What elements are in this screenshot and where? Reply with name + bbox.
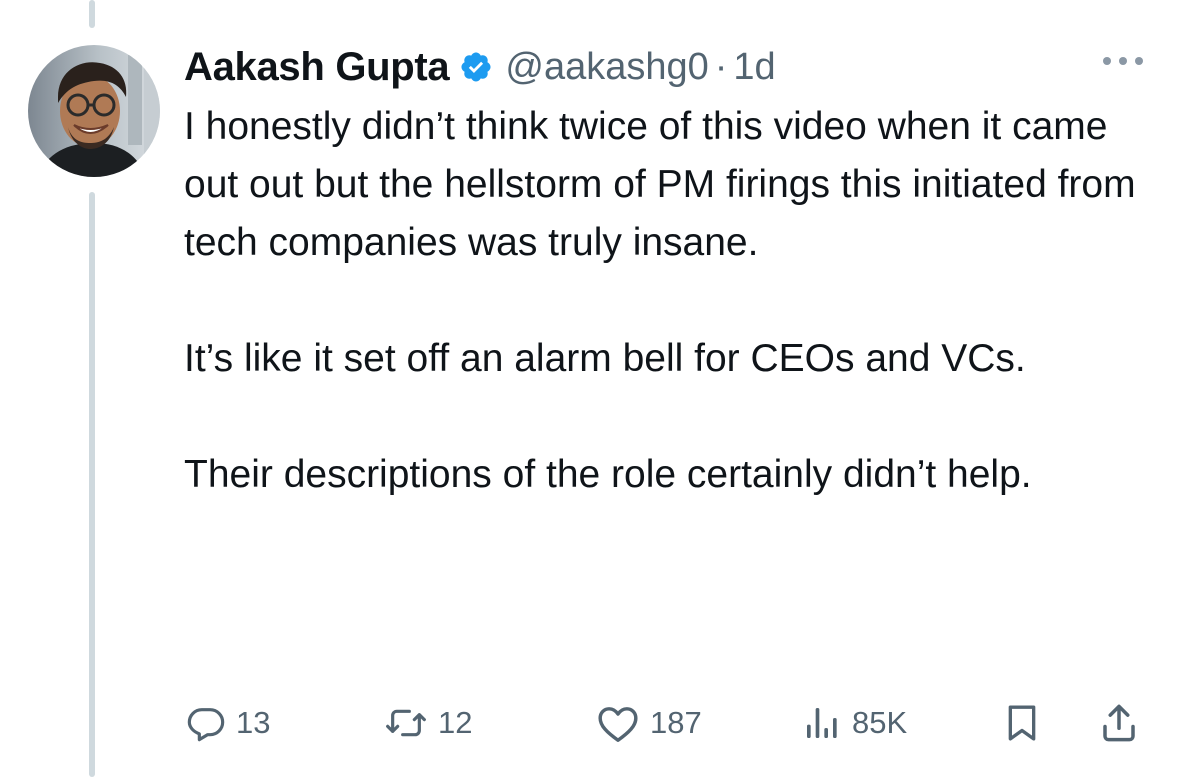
repost-icon xyxy=(384,703,428,743)
more-icon xyxy=(1101,54,1145,72)
views-icon xyxy=(802,703,842,743)
views-button[interactable]: 85K xyxy=(802,696,907,750)
verified-badge-icon xyxy=(459,50,493,84)
like-button[interactable]: 187 xyxy=(596,696,702,750)
thread-connector-top xyxy=(89,0,95,28)
repost-button[interactable]: 12 xyxy=(384,696,472,750)
avatar[interactable] xyxy=(28,45,160,177)
bookmark-icon xyxy=(1002,702,1042,744)
tweet-paragraph: I honestly didn’t think twice of this vi… xyxy=(184,105,1136,264)
author-handle[interactable]: @aakashg0 xyxy=(505,46,708,89)
bookmark-button[interactable] xyxy=(1002,696,1042,750)
tweet-paragraph: It’s like it set off an alarm bell for C… xyxy=(184,337,1026,380)
like-count: 187 xyxy=(650,705,702,740)
separator-dot: · xyxy=(714,45,728,88)
share-button[interactable] xyxy=(1098,696,1140,750)
share-icon xyxy=(1098,702,1140,744)
author-name[interactable]: Aakash Gupta xyxy=(184,45,450,90)
timestamp[interactable]: 1d xyxy=(733,46,775,89)
more-options-button[interactable] xyxy=(1098,48,1148,78)
reply-count: 13 xyxy=(236,705,271,740)
heart-icon xyxy=(596,703,640,743)
reply-button[interactable]: 13 xyxy=(186,696,270,750)
tweet-header: Aakash Gupta @aakashg0 · 1d xyxy=(184,40,776,94)
repost-count: 12 xyxy=(438,705,473,740)
view-count: 85K xyxy=(852,705,908,740)
tweet-actions: 13 12 187 85K xyxy=(184,696,1148,750)
thread-connector-bottom xyxy=(89,192,95,777)
tweet-paragraph: Their descriptions of the role certainly… xyxy=(184,453,1032,496)
reply-icon xyxy=(186,703,226,743)
tweet-text: I honestly didn’t think twice of this vi… xyxy=(184,98,1144,504)
